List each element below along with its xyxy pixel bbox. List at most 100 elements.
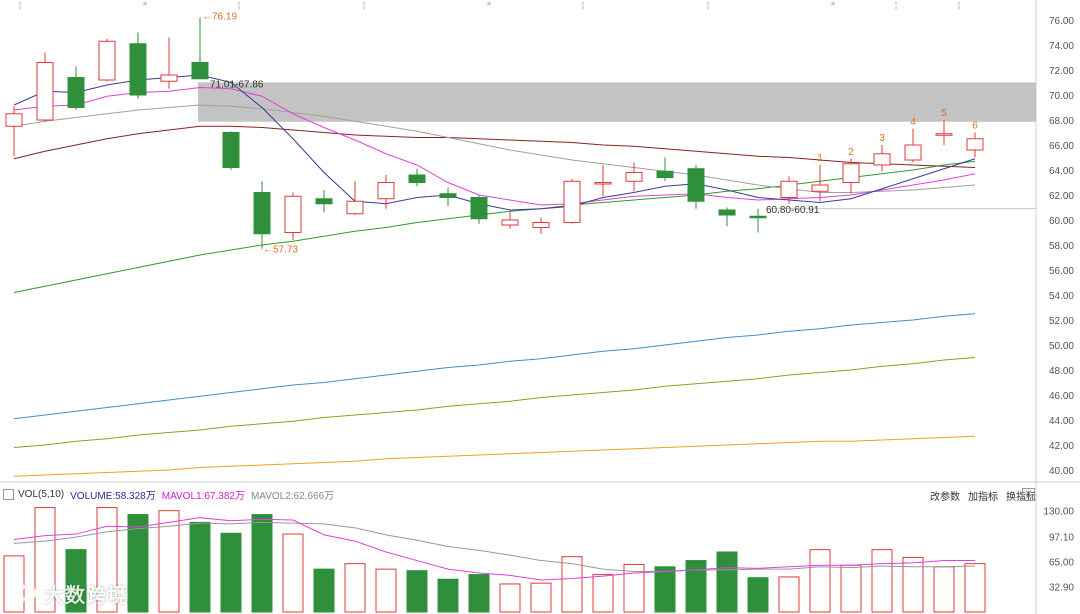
candle-body (966, 138, 984, 151)
price-tick-label: 68.00 (1049, 116, 1074, 127)
candle-body (625, 172, 643, 182)
top-event-marker: ¦ (237, 1, 240, 11)
volume-bar (685, 560, 707, 613)
ma250b-line (13, 357, 976, 448)
candle (67, 66, 85, 110)
candle-body (563, 180, 581, 223)
candle (718, 207, 736, 227)
volume-bar (530, 582, 552, 613)
candle-body (904, 144, 922, 161)
candle-body (532, 222, 550, 228)
price-tick-label: 72.00 (1049, 66, 1074, 77)
price-tick-label: 60.00 (1049, 216, 1074, 227)
volume-bar (902, 556, 924, 613)
volume-bar (840, 564, 862, 613)
volume-tick-label: 65.00 (1049, 557, 1074, 568)
candle-body (377, 182, 395, 200)
candle-body (873, 153, 891, 166)
candle-body (98, 40, 116, 81)
candle (904, 128, 922, 163)
candle (346, 181, 364, 215)
candle-body (718, 209, 736, 216)
candle (532, 217, 550, 234)
gap-lower-annotation: 60.80-60.91 (766, 205, 820, 216)
add-indicator-button[interactable]: 加指标 (968, 488, 998, 503)
mavol2-line (13, 521, 976, 572)
vol-volume-label: VOLUME:58.328万 (70, 490, 156, 502)
stock-chart: ¦ * ¦ ¦ * ¦ ¦ * ¦ ¦ ←76.19 ←57.73 71.01-67.86 60.80-… (0, 0, 1080, 614)
volume-bar (933, 566, 955, 613)
candle (656, 157, 674, 182)
volume-bar (344, 563, 366, 613)
top-event-marker: * (487, 1, 492, 11)
top-event-marker: ¦ (18, 1, 21, 11)
candle-body (191, 62, 209, 80)
numbered-label: 1 (817, 153, 823, 164)
volume-bar (251, 514, 273, 613)
volume-bar (375, 568, 397, 613)
volume-bar (964, 563, 986, 613)
numbered-label: 4 (910, 117, 916, 128)
vol-toggle-icon[interactable] (3, 488, 14, 500)
top-event-marker: ¦ (894, 1, 897, 11)
candle (408, 168, 426, 187)
numbered-label: 3 (879, 133, 885, 144)
candle (98, 38, 116, 82)
price-tick-label: 48.00 (1049, 366, 1074, 377)
volume-bar (778, 576, 800, 613)
candle (501, 211, 519, 229)
candle (129, 32, 147, 99)
high-annotation: ←76.19 (202, 12, 237, 23)
volume-tick-label: 97.10 (1049, 532, 1074, 543)
candle-body (284, 195, 302, 233)
candle-body (811, 184, 829, 192)
candle-body (5, 113, 23, 127)
volume-bar (809, 549, 831, 613)
candle-body (780, 180, 798, 198)
candle-body (594, 182, 612, 185)
candle (253, 181, 271, 249)
volume-bar (499, 583, 521, 613)
candle (966, 132, 984, 158)
price-tick-label: 62.00 (1049, 191, 1074, 202)
candle (842, 158, 860, 194)
price-tick-label: 64.00 (1049, 166, 1074, 177)
volume-bar (747, 577, 769, 613)
candle-body (253, 192, 271, 235)
candle-body (935, 133, 953, 136)
candle-body (222, 132, 240, 168)
top-event-marker: ¦ (706, 1, 709, 11)
price-tick-label: 54.00 (1049, 291, 1074, 302)
close-icon[interactable]: × (1022, 488, 1035, 501)
price-tick-label: 46.00 (1049, 391, 1074, 402)
volume-bar (189, 521, 211, 613)
edit-params-button[interactable]: 改参数 (930, 488, 960, 503)
candle (160, 37, 178, 89)
top-event-marker: * (831, 1, 836, 11)
volume-bar (716, 551, 738, 613)
vol-mavol2-label: MAVOL2:62.666万 (250, 490, 335, 502)
indicator-toolbar: 改参数 加指标 换指标 (930, 488, 1036, 503)
candle-body (687, 168, 705, 202)
vol-indicator-label[interactable]: VOL(5,10) (18, 489, 64, 500)
price-tick-label: 50.00 (1049, 341, 1074, 352)
candle-body (439, 193, 457, 198)
candle (315, 190, 333, 213)
candle-body (749, 215, 767, 219)
price-tick-label: 56.00 (1049, 266, 1074, 277)
price-tick-label: 74.00 (1049, 41, 1074, 52)
candle (470, 195, 488, 224)
numbered-label: 5 (941, 108, 947, 119)
vol-mavol1-label: MAVOL1:67.382万 (161, 490, 245, 502)
price-tick-label: 52.00 (1049, 316, 1074, 327)
ma120-line (13, 160, 976, 293)
candle-body (315, 198, 333, 205)
price-tick-label: 44.00 (1049, 416, 1074, 427)
candle-body (129, 43, 147, 96)
candle-body (67, 77, 85, 108)
top-event-marker: ¦ (362, 1, 365, 11)
top-event-marker: ¦ (957, 1, 960, 11)
candle (935, 120, 953, 145)
candle (439, 187, 457, 207)
candle (5, 106, 23, 157)
